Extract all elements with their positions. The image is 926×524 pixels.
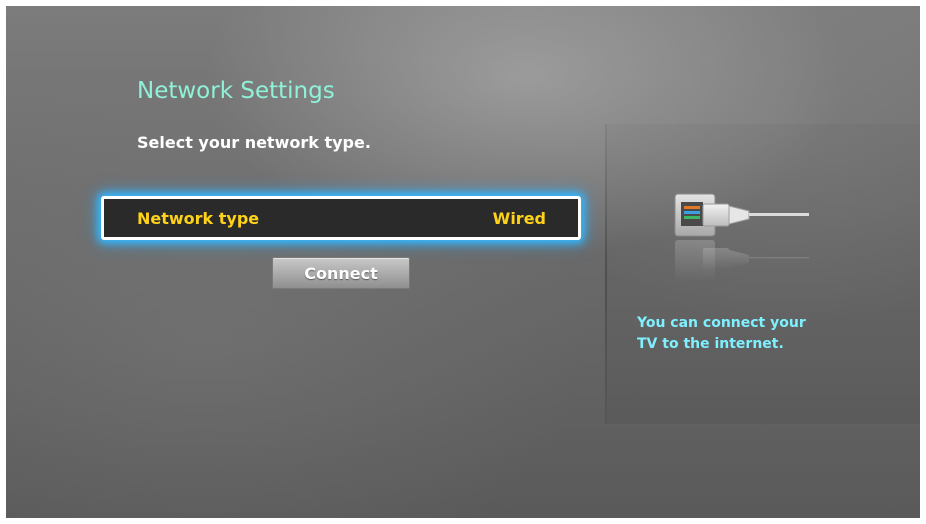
tv-screen: Network Settings Select your network typ… [6, 6, 920, 518]
network-type-label: Network type [137, 208, 260, 228]
network-type-value: Wired [492, 208, 546, 228]
network-type-selector[interactable]: Network type Wired [101, 196, 581, 240]
page-subtitle: Select your network type. [137, 133, 371, 152]
info-text: You can connect your TV to the internet. [637, 313, 877, 355]
page-title: Network Settings [137, 78, 335, 104]
connect-button[interactable]: Connect [272, 257, 410, 289]
info-text-line-2: TV to the internet. [637, 336, 784, 352]
panel-divider [605, 124, 607, 424]
info-panel: You can connect your TV to the internet. [605, 124, 920, 424]
info-text-line-1: You can connect your [637, 315, 806, 331]
ethernet-cable-icon [674, 193, 809, 282]
